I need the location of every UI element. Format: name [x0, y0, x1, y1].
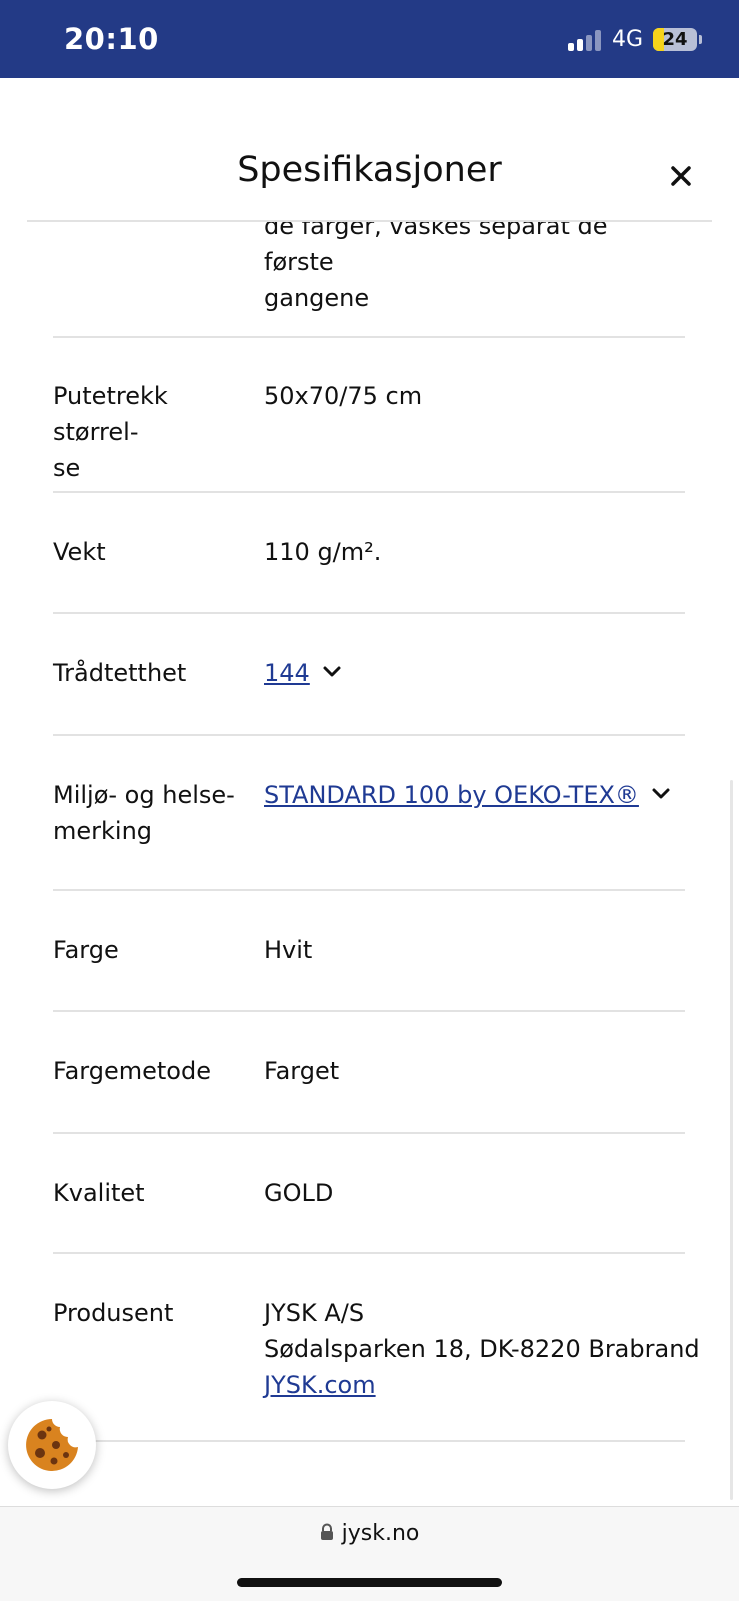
spec-label-eco-label: Miljø- og helse- merking: [53, 777, 258, 849]
chevron-down-icon[interactable]: [651, 787, 671, 801]
spec-label-line: merking: [53, 817, 153, 845]
spec-label-line: Putetrekk størrel-: [53, 382, 168, 446]
spec-value-weight: 110 g/m².: [264, 538, 382, 566]
url-display[interactable]: jysk.no: [0, 1521, 739, 1546]
spec-label-line: Miljø- og helse-: [53, 781, 235, 809]
row-divider: [53, 889, 685, 891]
oeko-tex-link[interactable]: STANDARD 100 by OEKO-TEX®: [264, 781, 639, 809]
spec-list[interactable]: de farger, vaskes separat de første gang…: [0, 222, 739, 1506]
modal-title: Spesifikasjoner: [237, 150, 502, 190]
spec-label-color: Farge: [53, 936, 119, 964]
partial-spec-line-2: gangene: [264, 284, 370, 312]
chevron-down-icon[interactable]: [322, 665, 342, 679]
spec-value-manufacturer: JYSK A/S Sødalsparken 18, DK-8220 Brabra…: [264, 1295, 704, 1403]
home-indicator[interactable]: [237, 1578, 502, 1587]
close-icon: [671, 166, 691, 186]
spec-value-color: Hvit: [264, 936, 313, 964]
row-divider: [53, 734, 685, 736]
spec-value-quality: GOLD: [264, 1179, 334, 1207]
status-time: 20:10: [64, 22, 159, 56]
battery-icon: 24: [653, 28, 697, 51]
close-button[interactable]: [663, 158, 699, 194]
cellular-signal-icon: [568, 29, 604, 51]
partial-spec-value: de farger, vaskes separat de første gang…: [264, 222, 684, 316]
spec-label-line: se: [53, 454, 81, 482]
row-divider: [53, 336, 685, 338]
network-type: 4G: [612, 27, 644, 52]
url-text: jysk.no: [341, 1521, 420, 1546]
spec-value-pillowcase-size: 50x70/75 cm: [264, 382, 423, 410]
battery-cap: [699, 35, 702, 44]
row-divider: [53, 1132, 685, 1134]
lock-icon: [320, 1523, 333, 1540]
spec-value-eco-label[interactable]: STANDARD 100 by OEKO-TEX®: [264, 777, 704, 813]
spec-label-manufacturer: Produsent: [53, 1299, 174, 1327]
cookie-settings-button[interactable]: [8, 1401, 96, 1489]
spec-label-dye-method: Fargemetode: [53, 1057, 211, 1085]
spec-label-thread-count: Trådtetthet: [53, 659, 187, 687]
spec-value-dye-method: Farget: [264, 1057, 340, 1085]
spec-label-weight: Vekt: [53, 538, 106, 566]
scrollbar[interactable]: [730, 780, 733, 1500]
row-divider: [53, 612, 685, 614]
spec-value-thread-count[interactable]: 144: [264, 655, 704, 691]
row-divider: [53, 1440, 685, 1442]
spec-label-quality: Kvalitet: [53, 1179, 145, 1207]
row-divider: [53, 1010, 685, 1012]
manufacturer-name: JYSK A/S: [264, 1299, 365, 1327]
manufacturer-address: Sødalsparken 18, DK-8220 Brabrand: [264, 1335, 700, 1363]
battery-percentage: 24: [662, 29, 688, 50]
cookie-icon: [26, 1419, 78, 1471]
row-divider: [53, 1252, 685, 1254]
row-divider: [53, 491, 685, 493]
partial-spec-line-1: de farger, vaskes separat de første: [264, 222, 608, 276]
status-bar: 20:10 4G 24: [0, 0, 739, 78]
spec-label-pillowcase-size: Putetrekk størrel- se: [53, 378, 258, 486]
manufacturer-website-link[interactable]: JYSK.com: [264, 1371, 376, 1399]
thread-count-link[interactable]: 144: [264, 659, 310, 687]
